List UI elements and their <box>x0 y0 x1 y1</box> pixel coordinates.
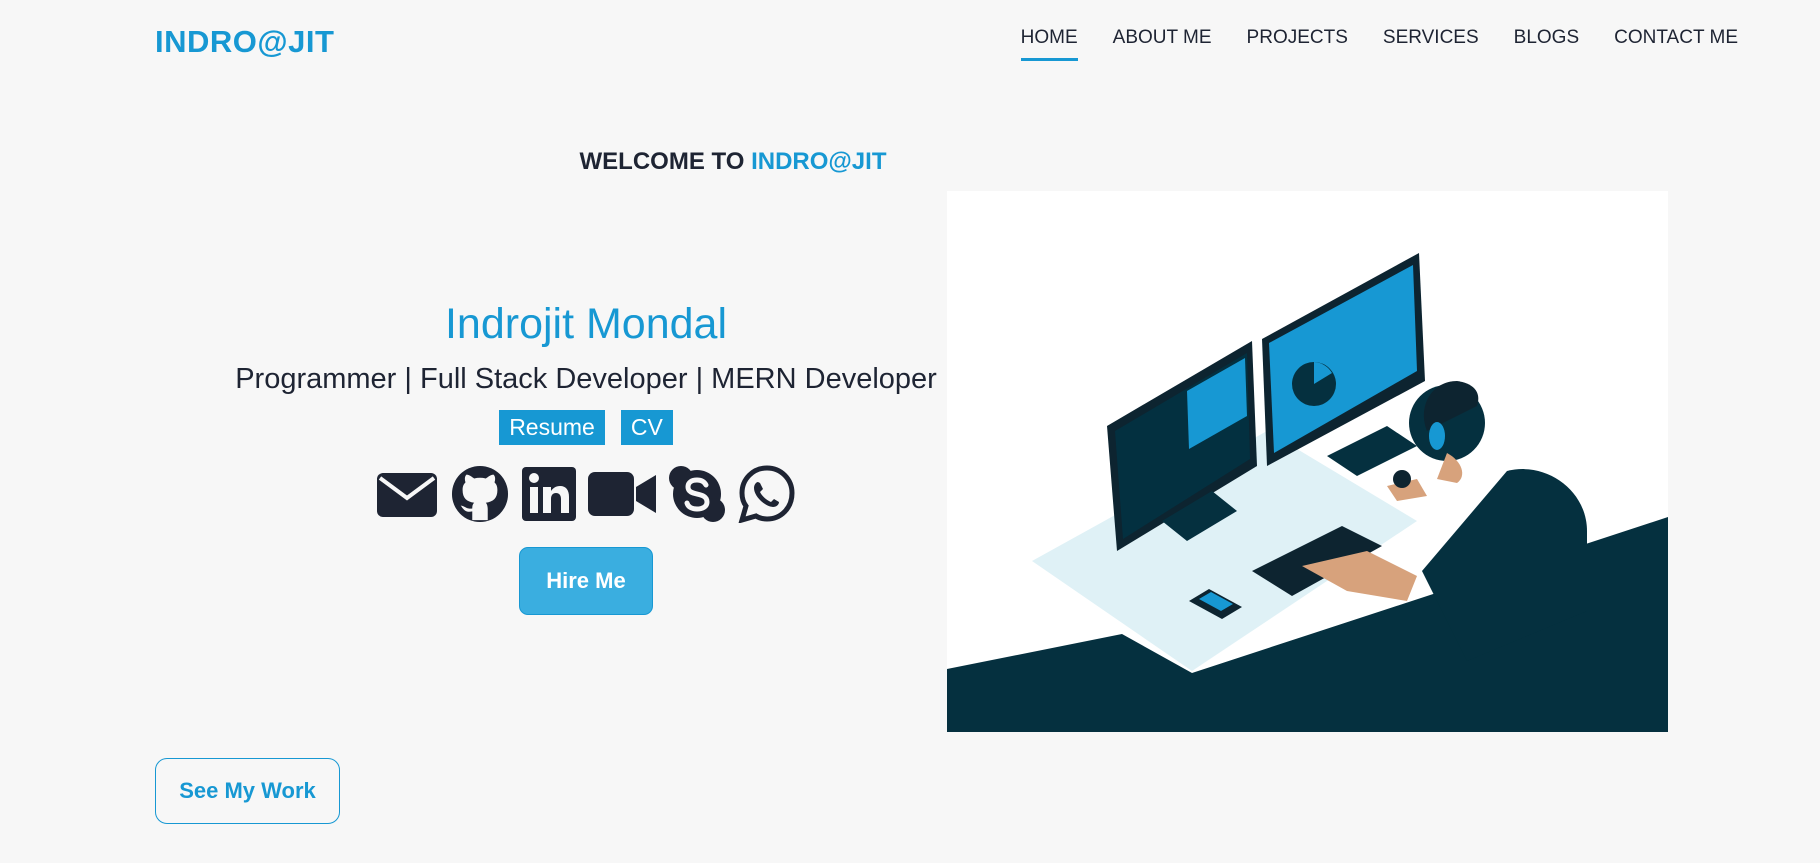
whatsapp-icon[interactable] <box>738 465 796 523</box>
welcome-prefix: WELCOME TO <box>579 148 745 175</box>
hero-roles: Programmer | Full Stack Developer | MERN… <box>235 363 937 395</box>
nav-about-me[interactable]: ABOUT ME <box>1113 27 1212 61</box>
welcome-brand: INDRO@JIT <box>751 148 887 175</box>
developer-desk-image <box>947 191 1668 732</box>
hero-name: Indrojit Mondal <box>444 300 728 348</box>
hire-me-button[interactable]: Hire Me <box>519 547 653 615</box>
social-links <box>200 465 972 523</box>
nav-contact-me[interactable]: CONTACT ME <box>1614 27 1738 61</box>
main-menu: HOME ABOUT ME PROJECTS SERVICES BLOGS CO… <box>986 27 1738 61</box>
video-icon[interactable] <box>588 465 656 523</box>
site-logo[interactable]: INDRO@JIT <box>155 24 334 60</box>
hero-intro: Indrojit Mondal Programmer | Full Stack … <box>200 300 972 615</box>
envelope-icon[interactable] <box>376 465 438 523</box>
see-my-work-button[interactable]: See My Work <box>155 758 340 824</box>
resume-button[interactable]: Resume <box>499 410 605 445</box>
skype-icon[interactable] <box>668 465 726 523</box>
nav-home[interactable]: HOME <box>1020 27 1078 61</box>
cv-button[interactable]: CV <box>620 410 673 445</box>
github-icon[interactable] <box>450 465 510 523</box>
linkedin-icon[interactable] <box>522 465 576 523</box>
welcome-heading: WELCOME TO INDRO@JIT <box>0 148 1466 176</box>
developer-illustration <box>947 191 1668 732</box>
nav-projects[interactable]: PROJECTS <box>1247 27 1348 61</box>
top-nav: INDRO@JIT HOME ABOUT ME PROJECTS SERVICE… <box>0 0 1820 86</box>
nav-services[interactable]: SERVICES <box>1383 27 1479 61</box>
document-buttons: Resume CV <box>200 410 972 445</box>
nav-blogs[interactable]: BLOGS <box>1514 27 1579 61</box>
